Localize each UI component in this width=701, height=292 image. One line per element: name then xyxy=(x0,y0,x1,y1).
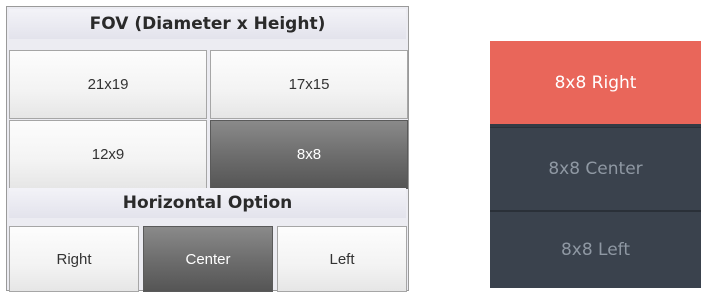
side-menu-item-8x8-right[interactable]: 8x8 Right xyxy=(490,41,701,124)
fov-title: FOV (Diameter x Height) xyxy=(9,9,406,39)
horizontal-option-title: Horizontal Option xyxy=(9,188,406,218)
fov-option-12x9[interactable]: 12x9 xyxy=(9,120,207,189)
side-menu: 8x8 Right 8x8 Center 8x8 Left xyxy=(490,41,701,288)
fov-option-21x19[interactable]: 21x19 xyxy=(9,50,207,119)
fov-option-8x8[interactable]: 8x8 xyxy=(210,120,408,189)
side-menu-item-8x8-center[interactable]: 8x8 Center xyxy=(490,127,701,210)
fov-option-17x15[interactable]: 17x15 xyxy=(210,50,408,119)
side-menu-item-8x8-left[interactable]: 8x8 Left xyxy=(490,210,701,288)
fov-panel: FOV (Diameter x Height) 21x19 17x15 12x9… xyxy=(6,6,409,292)
horizontal-option-center[interactable]: Center xyxy=(143,226,273,292)
horizontal-option-right[interactable]: Right xyxy=(9,226,139,292)
horizontal-option-left[interactable]: Left xyxy=(277,226,407,292)
